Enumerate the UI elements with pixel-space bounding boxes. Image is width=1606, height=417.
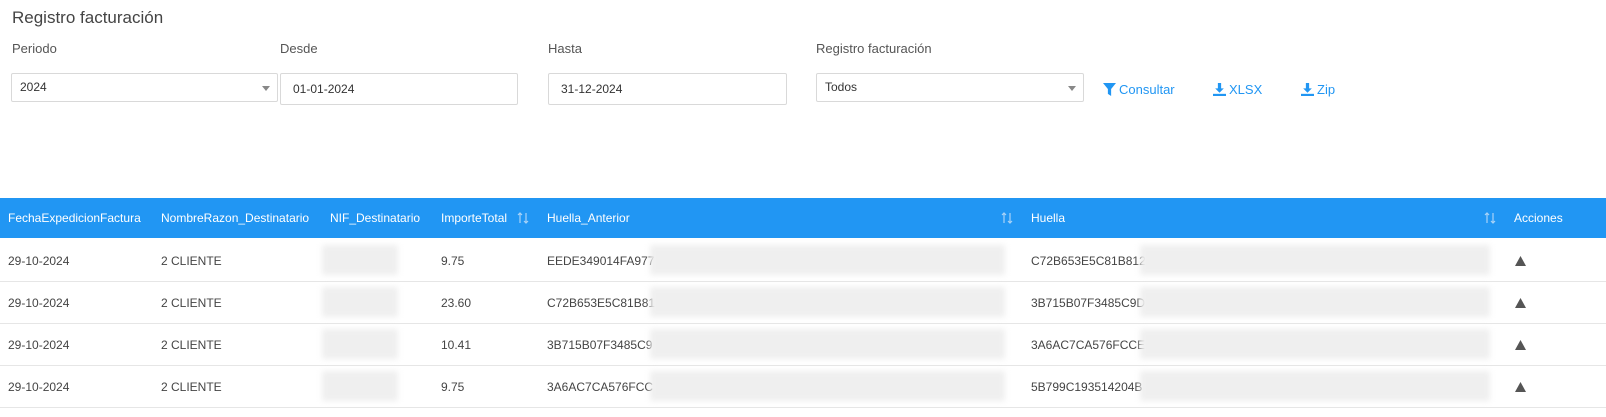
consultar-label: Consultar — [1119, 82, 1175, 97]
column-header-nif[interactable]: NIF_Destinatario — [330, 211, 420, 225]
sort-icon[interactable] — [1484, 212, 1496, 224]
column-header-nombre[interactable]: NombreRazon_Destinatario — [161, 211, 309, 225]
fecha-cell: 29-10-2024 — [8, 254, 70, 268]
registro-select[interactable]: Todos — [816, 73, 1084, 102]
warning-icon[interactable] — [1515, 298, 1526, 308]
registro-value: Todos — [825, 80, 858, 94]
warning-icon[interactable] — [1515, 382, 1526, 392]
huella-anterior-cell: C72B653E5C81B81 — [547, 296, 656, 310]
importe-cell: 9.75 — [441, 380, 465, 394]
huella-anterior-redacted — [650, 371, 1005, 401]
page-title: Registro facturación — [12, 8, 164, 27]
zip-button[interactable]: Zip — [1301, 82, 1335, 97]
desde-label: Desde — [280, 41, 318, 56]
xlsx-button[interactable]: XLSX — [1213, 82, 1262, 97]
huella-cell: 3A6AC7CA576FCCE — [1031, 338, 1146, 352]
chevron-down-icon — [1068, 86, 1076, 91]
huella-redacted — [1140, 287, 1490, 317]
hasta-input[interactable]: 31-12-2024 — [548, 73, 787, 105]
sort-icon[interactable] — [517, 212, 529, 224]
download-icon — [1213, 83, 1226, 96]
huella-cell: 5B799C193514204B — [1031, 380, 1143, 394]
fecha-cell: 29-10-2024 — [8, 296, 70, 310]
nombre-cell: 2 CLIENTE — [161, 254, 222, 268]
warning-icon[interactable] — [1515, 340, 1526, 350]
table-row: 29-10-2024 2 CLIENTE 10.41 3B715B07F3485… — [0, 323, 1606, 366]
hasta-value: 31-12-2024 — [561, 82, 623, 96]
huella-anterior-redacted — [650, 287, 1005, 317]
xlsx-label: XLSX — [1229, 82, 1263, 97]
huella-anterior-redacted — [650, 245, 1005, 275]
filter-icon — [1103, 83, 1116, 96]
periodo-label: Periodo — [12, 41, 57, 56]
periodo-value: 2024 — [20, 80, 47, 94]
zip-label: Zip — [1317, 82, 1336, 97]
huella-anterior-redacted — [650, 329, 1005, 359]
chevron-down-icon — [262, 86, 270, 91]
table-header: FechaExpedicionFactura NombreRazon_Desti… — [0, 198, 1606, 238]
table-row: 29-10-2024 2 CLIENTE 9.75 EEDE349014FA97… — [0, 239, 1606, 282]
nif-cell-redacted — [322, 245, 398, 275]
huella-redacted — [1140, 245, 1490, 275]
fecha-cell: 29-10-2024 — [8, 338, 70, 352]
column-header-huella[interactable]: Huella — [1031, 211, 1065, 225]
nombre-cell: 2 CLIENTE — [161, 296, 222, 310]
warning-icon[interactable] — [1515, 256, 1526, 266]
huella-redacted — [1140, 371, 1490, 401]
registro-label: Registro facturación — [816, 41, 932, 56]
table-row: 29-10-2024 2 CLIENTE 9.75 3A6AC7CA576FCC… — [0, 365, 1606, 408]
importe-cell: 23.60 — [441, 296, 472, 310]
table-row: 29-10-2024 2 CLIENTE 23.60 C72B653E5C81B… — [0, 281, 1606, 324]
huella-cell: C72B653E5C81B812 — [1031, 254, 1146, 268]
huella-redacted — [1140, 329, 1490, 359]
nif-cell-redacted — [322, 371, 398, 401]
huella-anterior-cell: 3B715B07F3485C9 — [547, 338, 653, 352]
consultar-button[interactable]: Consultar — [1103, 82, 1175, 97]
download-icon — [1301, 83, 1314, 96]
column-header-huella-anterior[interactable]: Huella_Anterior — [547, 211, 630, 225]
huella-cell: 3B715B07F3485C9D — [1031, 296, 1146, 310]
desde-input[interactable]: 01-01-2024 — [280, 73, 518, 105]
fecha-cell: 29-10-2024 — [8, 380, 70, 394]
nombre-cell: 2 CLIENTE — [161, 380, 222, 394]
sort-icon[interactable] — [1001, 212, 1013, 224]
huella-anterior-cell: EEDE349014FA977 — [547, 254, 655, 268]
column-header-importe[interactable]: ImporteTotal — [441, 211, 507, 225]
column-header-acciones: Acciones — [1514, 211, 1563, 225]
column-header-fecha[interactable]: FechaExpedicionFactura — [8, 211, 141, 225]
importe-cell: 10.41 — [441, 338, 472, 352]
nif-cell-redacted — [322, 287, 398, 317]
huella-anterior-cell: 3A6AC7CA576FCC — [547, 380, 654, 394]
hasta-label: Hasta — [548, 41, 582, 56]
nif-cell-redacted — [322, 329, 398, 359]
desde-value: 01-01-2024 — [293, 82, 355, 96]
periodo-select[interactable]: 2024 — [11, 73, 278, 102]
importe-cell: 9.75 — [441, 254, 465, 268]
nombre-cell: 2 CLIENTE — [161, 338, 222, 352]
